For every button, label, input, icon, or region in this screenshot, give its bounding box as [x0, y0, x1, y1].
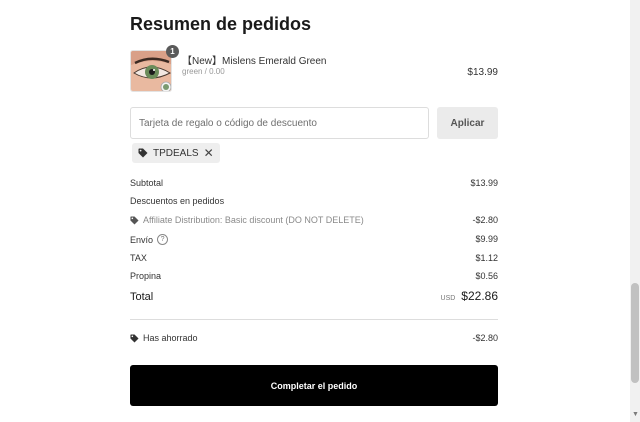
currency-code: USD: [440, 295, 456, 302]
close-icon[interactable]: ✕: [204, 147, 214, 159]
quantity-badge: 1: [166, 45, 179, 58]
affiliate-discount-value: -$2.80: [472, 215, 498, 225]
order-summary-panel: Resumen de pedidos 1 【New】Mislens Emeral…: [130, 0, 498, 422]
discounts-label: Descuentos en pedidos: [130, 196, 225, 206]
product-name: 【New】Mislens Emerald Green: [182, 56, 327, 67]
product-variant: green / 0.00: [182, 67, 225, 76]
discounts-row: Descuentos en pedidos: [130, 196, 498, 210]
tax-label: TAX: [130, 253, 147, 263]
tip-value: $0.56: [475, 271, 498, 281]
subtotal-row: Subtotal $13.99: [130, 178, 498, 192]
tip-label: Propina: [130, 271, 162, 281]
product-price: $13.99: [467, 67, 498, 78]
tax-row: TAX $1.12: [130, 253, 498, 267]
applied-discount-chip: TPDEALS ✕: [132, 143, 220, 163]
tip-row: Propina $0.56: [130, 271, 498, 285]
complete-order-button[interactable]: Completar el pedido: [130, 365, 498, 406]
order-summary-title: Resumen de pedidos: [130, 14, 312, 34]
scrollbar[interactable]: ▼: [630, 0, 640, 422]
total-row: Total USD $22.86: [130, 289, 498, 307]
shipping-label: Envío: [130, 234, 154, 245]
scrollbar-thumb[interactable]: [631, 283, 639, 383]
scroll-down-arrow-icon[interactable]: ▼: [632, 411, 639, 419]
savings-value: -$2.80: [472, 333, 498, 343]
divider: [130, 319, 498, 320]
product-thumbnail: [130, 50, 172, 92]
affiliate-discount-row: Affiliate Distribution: Basic discount (…: [130, 215, 498, 229]
tax-value: $1.12: [475, 253, 498, 263]
savings-row: Has ahorrado -$2.80: [130, 333, 498, 347]
total-value: $22.86: [461, 289, 498, 303]
tag-icon: [138, 148, 148, 158]
tag-icon: [130, 333, 139, 343]
total-label: Total: [130, 291, 154, 303]
affiliate-discount-label: Affiliate Distribution: Basic discount (…: [143, 215, 364, 225]
shipping-row: Envío ? $9.99: [130, 234, 498, 248]
applied-discount-code: TPDEALS: [153, 147, 199, 159]
tag-icon: [130, 215, 139, 225]
help-icon[interactable]: ?: [157, 234, 169, 245]
subtotal-value: $13.99: [470, 178, 498, 188]
shipping-value: $9.99: [475, 234, 498, 244]
savings-label: Has ahorrado: [143, 333, 198, 343]
subtotal-label: Subtotal: [130, 178, 164, 188]
discount-code-input[interactable]: [130, 107, 429, 139]
apply-discount-button[interactable]: Aplicar: [437, 107, 498, 139]
